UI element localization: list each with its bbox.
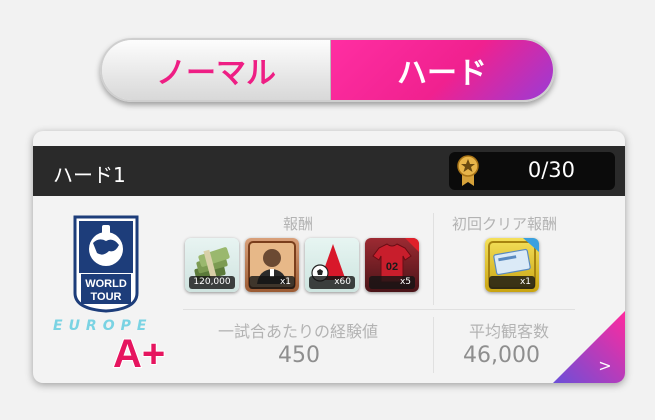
reward-qty: 120,000 (189, 276, 235, 289)
tab-normal-label: ノーマル (156, 56, 276, 91)
reward-item-money[interactable]: 120,000 (185, 238, 239, 292)
world-tour-logo: WORLD TOUR (73, 215, 139, 313)
divider (433, 317, 434, 373)
divider (183, 309, 575, 310)
next-stage-button[interactable]: > (553, 311, 625, 383)
grade-badge: A+ (112, 331, 166, 373)
grade-text: A+ (113, 332, 165, 373)
reward-qty: x1 (489, 276, 535, 289)
logo-line-1: WORLD (85, 278, 127, 290)
tab-normal[interactable]: ノーマル (102, 40, 331, 100)
stage-title: ハード1 (53, 163, 126, 187)
first-clear-item-ticket[interactable]: x1 (485, 238, 539, 292)
stage-card[interactable]: ハード1 0/30 WORLD TOUR EUROPE A+ 報酬 初回クリア報… (33, 131, 625, 383)
svg-text:02: 02 (386, 261, 398, 273)
first-clear-label: 初回クリア報酬 (452, 215, 558, 233)
tab-hard[interactable]: ハード (331, 40, 553, 100)
reward-qty: x1 (249, 276, 295, 289)
reward-item-player[interactable]: x1 (245, 238, 299, 292)
divider (433, 213, 434, 305)
exp-value: 450 (278, 343, 320, 368)
logo-line-2: TOUR (91, 291, 122, 303)
reward-item-jersey[interactable]: 02 x5 (365, 238, 419, 292)
progress-text: 0/30 (527, 158, 575, 182)
exp-label: 一試合あたりの経験値 (218, 322, 379, 341)
audience-value: 46,000 (463, 343, 540, 368)
tab-hard-label: ハード (397, 56, 487, 91)
stage-header: ハード1 0/30 (33, 146, 625, 196)
audience-label: 平均観客数 (469, 322, 550, 341)
reward-qty: x60 (309, 276, 355, 289)
next-arrow-icon: > (598, 356, 611, 375)
reward-qty: x5 (369, 276, 415, 289)
difficulty-toggle: ノーマル ハード (100, 38, 555, 102)
progress-box: 0/30 (449, 152, 615, 190)
reward-item-cones[interactable]: x60 (305, 238, 359, 292)
medal-icon (457, 155, 479, 186)
rewards-label: 報酬 (283, 215, 314, 233)
